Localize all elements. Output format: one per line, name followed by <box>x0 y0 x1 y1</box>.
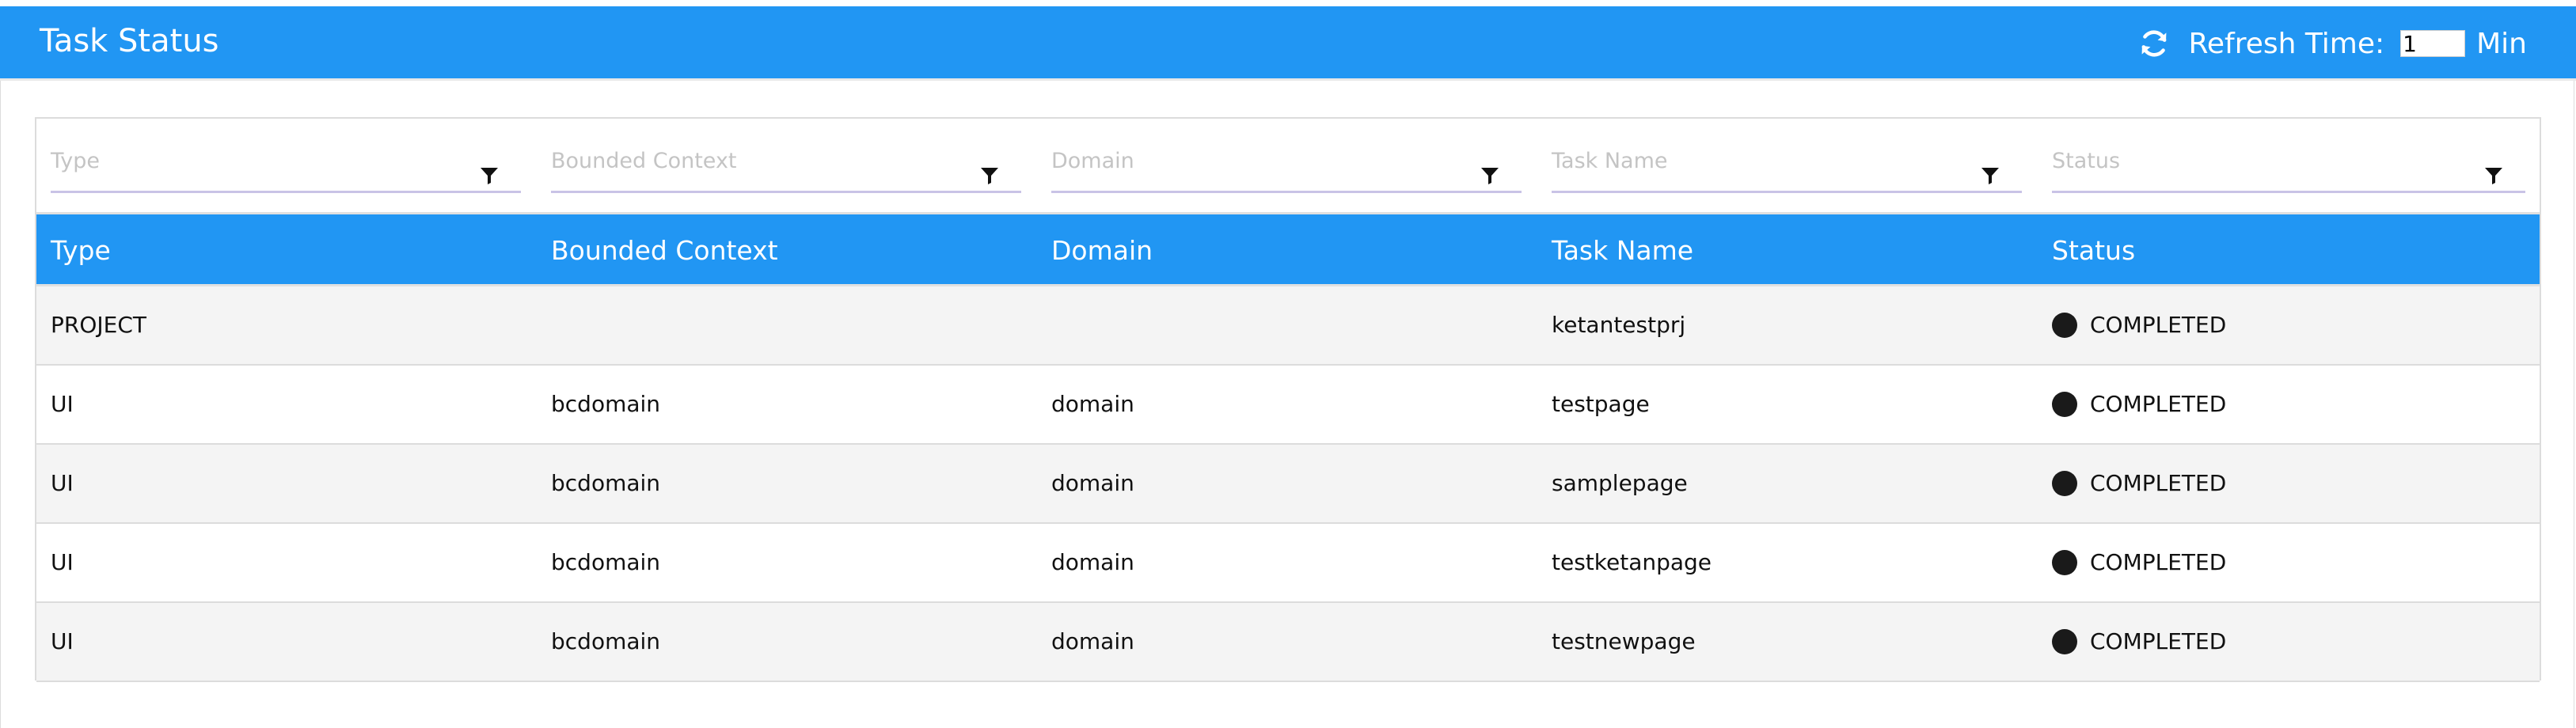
cell-domain: domain <box>1051 628 1134 654</box>
filter-row: Type Bounded Context Domain Task Name St… <box>36 119 2540 212</box>
status-text: COMPLETED <box>2090 470 2227 496</box>
cell-type: UI <box>51 391 74 417</box>
status-dot-icon <box>2052 549 2077 575</box>
cell-type: UI <box>51 549 74 575</box>
table-row[interactable]: UI bcdomain domain testpage COMPLETED <box>36 366 2540 445</box>
cell-status: COMPLETED <box>2052 470 2226 496</box>
filter-bounded-context[interactable]: Bounded Context <box>551 149 1021 193</box>
refresh-icon[interactable] <box>2137 27 2171 60</box>
filter-icon[interactable] <box>980 166 999 185</box>
task-status-page: Task Status Refresh Time: Min Type Bound… <box>0 0 2576 728</box>
table-header: Type Bounded Context Domain Task Name St… <box>36 212 2540 286</box>
table-row[interactable]: UI bcdomain domain samplepage COMPLETED <box>36 445 2540 524</box>
filter-task-name[interactable]: Task Name <box>1552 149 2022 193</box>
cell-bounded-context: bcdomain <box>551 549 661 575</box>
filter-type-placeholder: Type <box>51 149 101 173</box>
page-title: Task Status <box>40 23 219 59</box>
cell-domain: domain <box>1051 470 1134 496</box>
column-header-domain[interactable]: Domain <box>1051 235 1153 266</box>
refresh-time-label: Refresh Time: <box>2188 27 2385 60</box>
cell-status: COMPLETED <box>2052 391 2226 417</box>
status-dot-icon <box>2052 470 2077 496</box>
filter-type[interactable]: Type <box>51 149 521 193</box>
table-row[interactable]: UI bcdomain domain testnewpage COMPLETED <box>36 603 2540 682</box>
cell-type: PROJECT <box>51 312 146 338</box>
cell-task-name: ketantestprj <box>1552 312 1686 338</box>
table-body: PROJECT ketantestprj COMPLETED UI bcdoma… <box>36 286 2540 682</box>
cell-status: COMPLETED <box>2052 312 2226 338</box>
status-text: COMPLETED <box>2090 549 2227 575</box>
status-dot-icon <box>2052 391 2077 417</box>
status-text: COMPLETED <box>2090 628 2227 654</box>
status-dot-icon <box>2052 628 2077 654</box>
refresh-unit-label: Min <box>2476 27 2527 60</box>
header-bar: Task Status Refresh Time: Min <box>0 6 2576 81</box>
status-text: COMPLETED <box>2090 312 2227 338</box>
cell-type: UI <box>51 470 74 496</box>
filter-icon[interactable] <box>1981 166 2000 185</box>
filter-status[interactable]: Status <box>2052 149 2525 193</box>
column-header-status[interactable]: Status <box>2052 235 2135 266</box>
status-dot-icon <box>2052 312 2077 338</box>
cell-task-name: testpage <box>1552 391 1650 417</box>
table-row[interactable]: UI bcdomain domain testketanpage COMPLET… <box>36 524 2540 603</box>
cell-bounded-context: bcdomain <box>551 628 661 654</box>
cell-domain: domain <box>1051 549 1134 575</box>
filter-status-placeholder: Status <box>2052 149 2121 173</box>
cell-bounded-context: bcdomain <box>551 470 661 496</box>
cell-task-name: samplepage <box>1552 470 1688 496</box>
column-header-type[interactable]: Type <box>51 235 111 266</box>
filter-icon[interactable] <box>480 166 499 185</box>
refresh-controls: Refresh Time: Min <box>2137 24 2527 63</box>
refresh-time-input[interactable] <box>2400 30 2466 57</box>
filter-icon[interactable] <box>1480 166 1499 185</box>
cell-domain: domain <box>1051 391 1134 417</box>
task-table-panel: Type Bounded Context Domain Task Name St… <box>35 117 2541 682</box>
column-header-task-name[interactable]: Task Name <box>1552 235 1693 266</box>
cell-task-name: testketanpage <box>1552 549 1712 575</box>
cell-status: COMPLETED <box>2052 549 2226 575</box>
column-header-bounded-context[interactable]: Bounded Context <box>551 235 778 266</box>
status-text: COMPLETED <box>2090 391 2227 417</box>
filter-domain-placeholder: Domain <box>1051 149 1134 173</box>
filter-domain[interactable]: Domain <box>1051 149 1522 193</box>
cell-status: COMPLETED <box>2052 628 2226 654</box>
filter-icon[interactable] <box>2484 166 2503 185</box>
filter-task-name-placeholder: Task Name <box>1552 149 1668 173</box>
cell-bounded-context: bcdomain <box>551 391 661 417</box>
cell-type: UI <box>51 628 74 654</box>
table-row[interactable]: PROJECT ketantestprj COMPLETED <box>36 286 2540 366</box>
cell-task-name: testnewpage <box>1552 628 1696 654</box>
filter-bounded-context-placeholder: Bounded Context <box>551 149 737 173</box>
